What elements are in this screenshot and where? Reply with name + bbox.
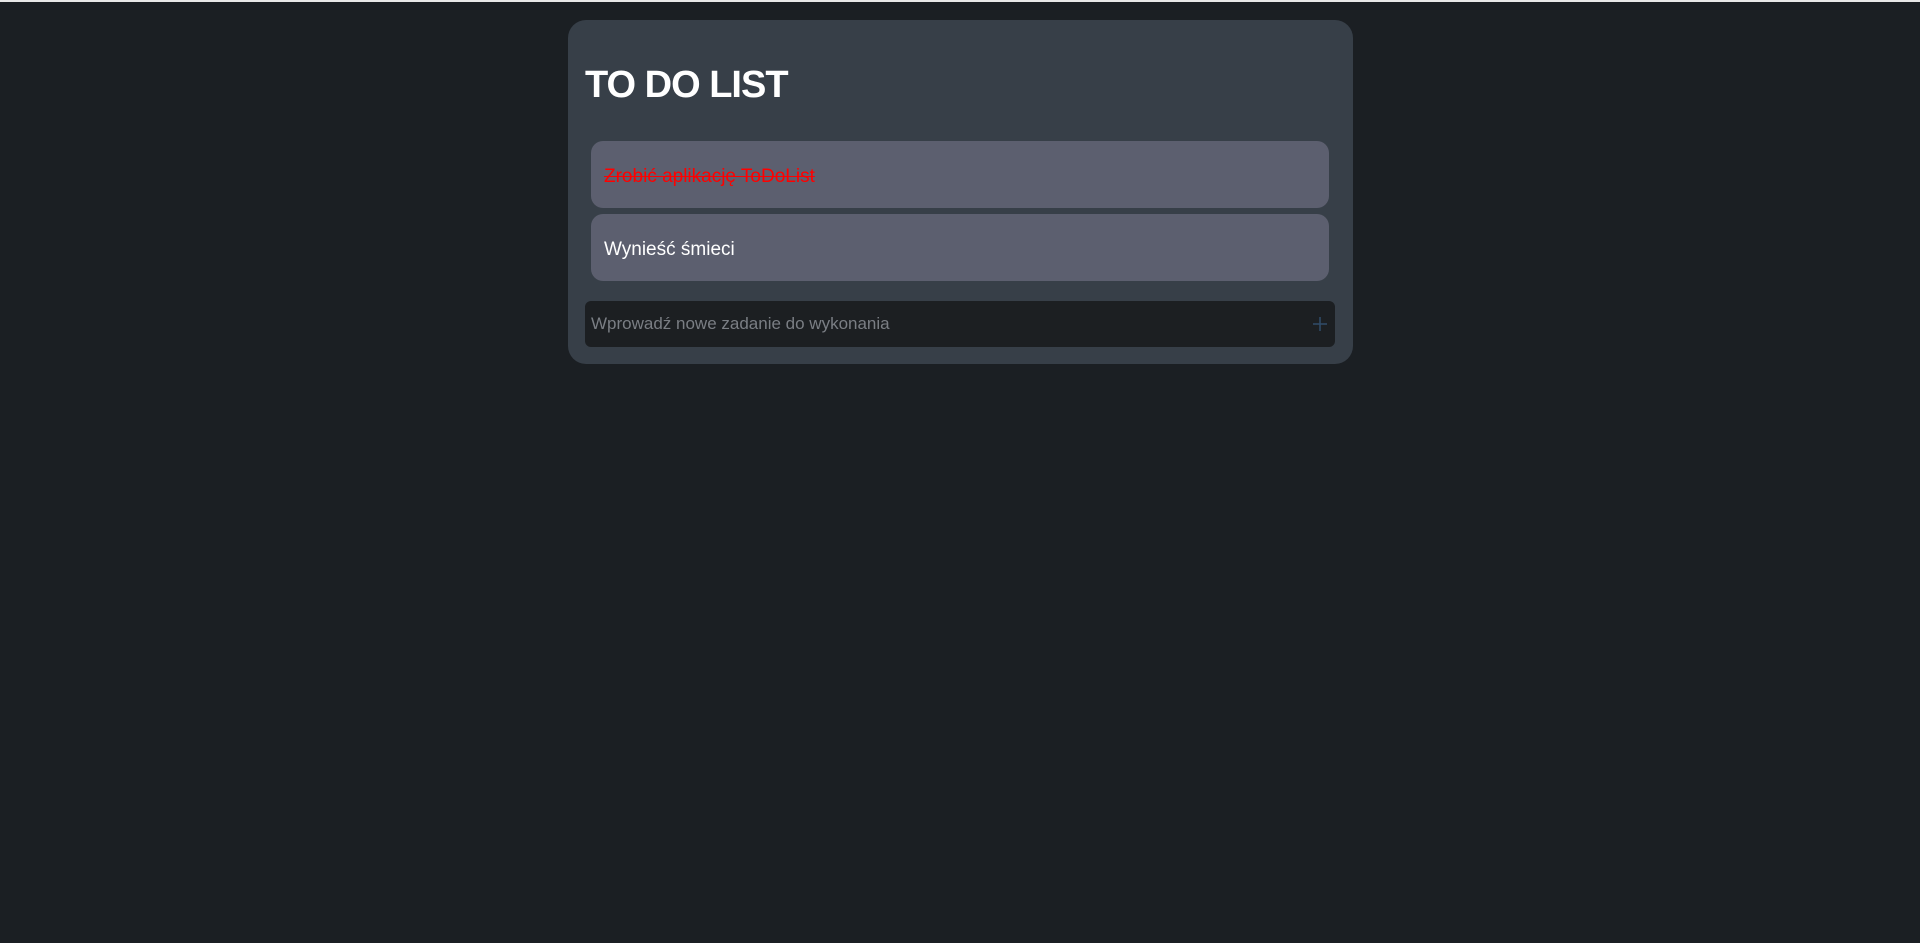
new-task-input[interactable] (585, 301, 1305, 347)
todo-card: TO DO LIST Zrobić aplikację ToDoList Wyn… (568, 20, 1353, 364)
add-task-button[interactable] (1305, 301, 1335, 347)
plus-icon (1313, 317, 1327, 331)
top-border (0, 0, 1920, 2)
new-task-bar (585, 301, 1335, 347)
task-item-completed[interactable]: Zrobić aplikację ToDoList (591, 141, 1329, 208)
task-label: Wynieść śmieci (604, 238, 735, 260)
task-item[interactable]: Wynieść śmieci (591, 214, 1329, 281)
page-title: TO DO LIST (585, 64, 789, 106)
task-label: Zrobić aplikację ToDoList (604, 165, 815, 187)
